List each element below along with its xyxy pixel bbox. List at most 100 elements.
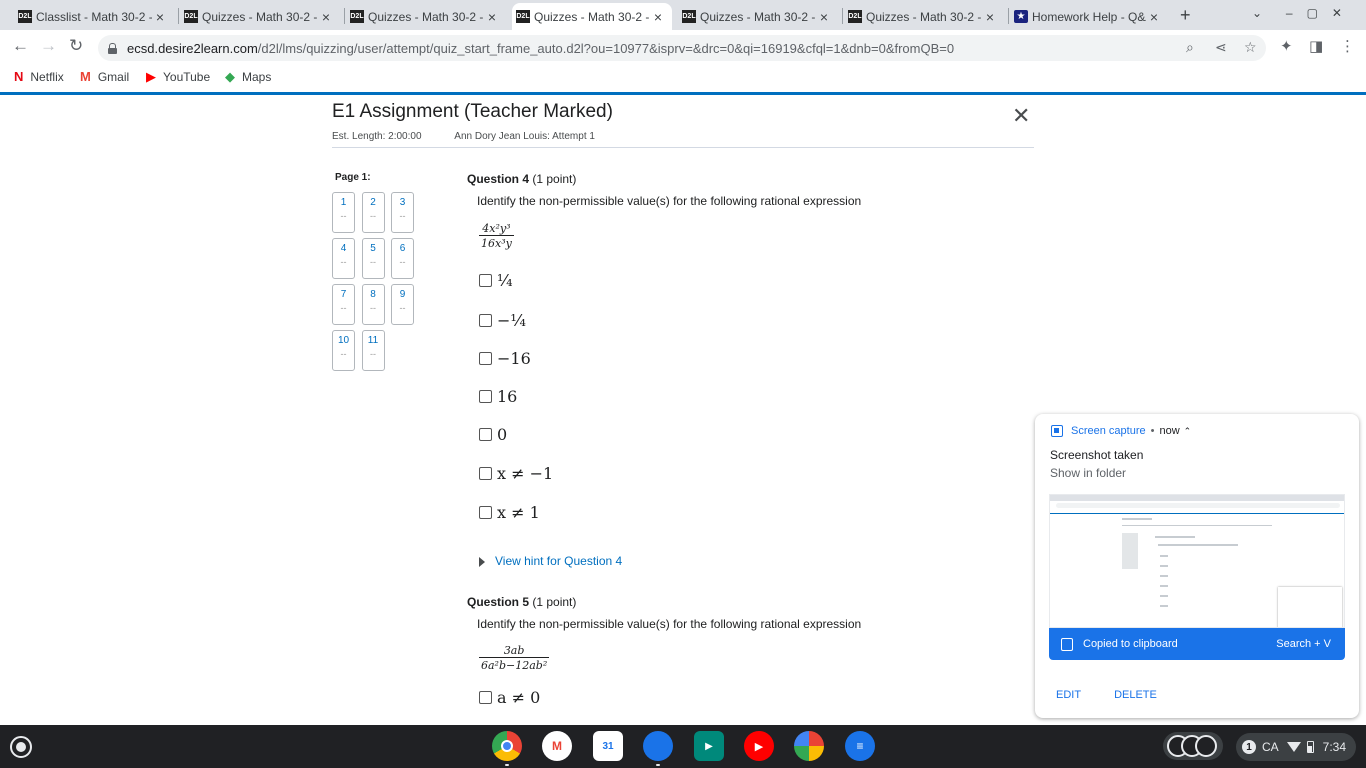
question-nav-button-5[interactable]: 5 -- — [361, 238, 385, 279]
browser-tab[interactable]: D2L Classlist - Math 30-2 - × — [14, 3, 174, 30]
new-tab-button[interactable]: + — [1180, 5, 1191, 26]
close-tab-icon[interactable]: × — [1146, 9, 1162, 25]
answer-checkbox[interactable] — [479, 390, 492, 403]
answer-option[interactable]: 16 — [479, 387, 517, 406]
copied-to-clipboard-banner[interactable]: Copied to clipboard Search + V — [1049, 628, 1345, 660]
answer-checkbox[interactable] — [479, 467, 492, 480]
question-nav-button-1[interactable]: 1 -- — [332, 192, 355, 233]
notification-count-badge[interactable]: 1 — [1242, 740, 1256, 754]
gmail-icon[interactable]: M — [542, 731, 572, 761]
close-tab-icon[interactable]: × — [982, 9, 998, 25]
close-tab-icon[interactable]: × — [650, 9, 666, 25]
extensions-icon[interactable]: ✦ — [1280, 37, 1293, 55]
menu-icon[interactable]: ⋮ — [1340, 37, 1355, 55]
zoom-icon[interactable]: ⌕ — [1186, 39, 1194, 56]
lock-icon[interactable] — [108, 42, 117, 54]
screen-capture-notification[interactable]: Screen capture • now ⌃ Screenshot taken … — [1035, 414, 1359, 718]
close-tab-icon[interactable]: × — [152, 9, 168, 25]
close-tab-icon[interactable]: × — [484, 9, 500, 25]
notification-time: now — [1159, 425, 1180, 437]
close-tab-icon[interactable]: × — [816, 9, 832, 25]
answer-option[interactable]: −¹⁄₄ — [479, 311, 526, 330]
answer-text: ¹⁄₄ — [497, 271, 513, 290]
question-nav-button-2[interactable]: 2 -- — [361, 192, 385, 233]
forward-icon[interactable]: → — [40, 36, 57, 56]
bookmark-label: Gmail — [97, 69, 130, 84]
bookmark-youtube[interactable]: ▶ YouTube — [146, 69, 210, 85]
answer-text: a ≠ 0 — [497, 688, 541, 707]
question-nav-button-3[interactable]: 3 -- — [391, 192, 414, 233]
answer-text: x ≠ −1 — [497, 464, 554, 483]
screenshot-thumbnail[interactable] — [1049, 494, 1345, 628]
meet-icon[interactable]: ▶ — [694, 731, 724, 761]
address-bar[interactable]: ecsd.desire2learn.com/d2l/lms/quizzing/u… — [98, 35, 1266, 61]
delete-button[interactable]: DELETE — [1114, 689, 1157, 701]
bookmark-netflix[interactable]: N Netflix — [14, 69, 64, 84]
notification-header: Screen capture • now ⌃ — [1051, 425, 1191, 437]
answer-checkbox[interactable] — [479, 428, 492, 441]
quiz-title: E1 Assignment (Teacher Marked) — [332, 101, 613, 122]
hint-link[interactable]: View hint for Question 4 — [495, 554, 622, 568]
bookmark-gmail[interactable]: M Gmail — [80, 69, 129, 84]
window-controls[interactable]: –▢✕ — [1286, 6, 1356, 20]
share-icon[interactable]: ⋖ — [1215, 39, 1227, 56]
photos-icon[interactable] — [794, 731, 824, 761]
answer-option[interactable]: x ≠ 1 — [479, 503, 540, 522]
tab-search-icon[interactable]: ⌄ — [1252, 6, 1262, 20]
bookmark-maps[interactable]: ◆ Maps — [225, 69, 271, 85]
answer-option[interactable]: 0 — [479, 425, 507, 444]
reload-icon[interactable]: ↻ — [69, 36, 83, 56]
status-area[interactable]: 1 CA 7:34 — [1236, 733, 1357, 761]
show-in-folder-link[interactable]: Show in folder — [1050, 466, 1126, 480]
answer-checkbox[interactable] — [479, 352, 492, 365]
question-nav-button-4[interactable]: 4 -- — [332, 238, 355, 279]
question-nav-button-9[interactable]: 9 -- — [391, 284, 414, 325]
close-icon[interactable]: ✕ — [1012, 105, 1030, 127]
close-tab-icon[interactable]: × — [318, 9, 334, 25]
answer-option[interactable]: ¹⁄₄ — [479, 271, 513, 290]
header-divider — [332, 147, 1034, 148]
gmail-icon: M — [80, 69, 91, 84]
region-label: CA — [1262, 740, 1279, 754]
tab-strip: D2L Classlist - Math 30-2 - × D2L Quizzes - … — [0, 0, 1366, 30]
question-nav-button-11[interactable]: 11 -- — [361, 330, 385, 371]
answer-checkbox[interactable] — [479, 691, 492, 704]
phone-hub[interactable] — [1163, 732, 1223, 760]
answer-checkbox[interactable] — [479, 506, 492, 519]
question-nav-button-7[interactable]: 7 -- — [332, 284, 355, 325]
browser-tab[interactable]: D2L Quizzes - Math 30-2 - S × — [512, 3, 672, 30]
answer-checkbox[interactable] — [479, 314, 492, 327]
answer-option[interactable]: x ≠ −1 — [479, 464, 553, 483]
browser-tab[interactable]: ★ Homework Help - Q&A × — [1010, 3, 1168, 30]
chrome-icon[interactable] — [492, 731, 522, 766]
url-text[interactable]: ecsd.desire2learn.com/d2l/lms/quizzing/u… — [127, 41, 954, 56]
question-4-header: Question 4 (1 point) — [467, 172, 577, 186]
edit-button[interactable]: EDIT — [1056, 689, 1081, 701]
question-status: -- — [340, 303, 347, 313]
question-nav-button-6[interactable]: 6 -- — [391, 238, 414, 279]
bookmark-star-icon[interactable]: ☆ — [1244, 39, 1257, 56]
collapse-chevron-icon[interactable]: ⌃ — [1184, 426, 1192, 437]
question-status: -- — [370, 211, 376, 221]
launcher-icon[interactable] — [10, 736, 32, 758]
hint-toggle[interactable]: View hint for Question 4 — [479, 554, 622, 568]
messages-icon[interactable]: ≡ — [845, 731, 875, 761]
browser-tab[interactable]: D2L Quizzes - Math 30-2 - S × — [180, 3, 340, 30]
question-status: -- — [340, 349, 347, 359]
files-icon[interactable] — [643, 731, 673, 766]
browser-tab[interactable]: D2L Quizzes - Math 30-2 - S × — [844, 3, 1004, 30]
answer-option[interactable]: −16 — [479, 349, 531, 368]
browser-tab[interactable]: D2L Quizzes - Math 30-2 - S × — [346, 3, 506, 30]
tab-separator — [178, 8, 179, 24]
back-icon[interactable]: ← — [12, 36, 29, 56]
side-panel-icon[interactable]: ◨ — [1309, 37, 1323, 55]
question-nav-button-8[interactable]: 8 -- — [361, 284, 385, 325]
question-nav-button-10[interactable]: 10 -- — [332, 330, 355, 371]
calendar-icon[interactable]: 31 — [593, 731, 623, 761]
browser-tab[interactable]: D2L Quizzes - Math 30-2 - S × — [678, 3, 838, 30]
answer-checkbox[interactable] — [479, 274, 492, 287]
answer-option[interactable]: a ≠ 0 — [479, 688, 540, 707]
youtube-icon[interactable]: ▶ — [744, 731, 774, 761]
netflix-icon: N — [14, 69, 24, 84]
answer-text: −16 — [497, 349, 531, 368]
